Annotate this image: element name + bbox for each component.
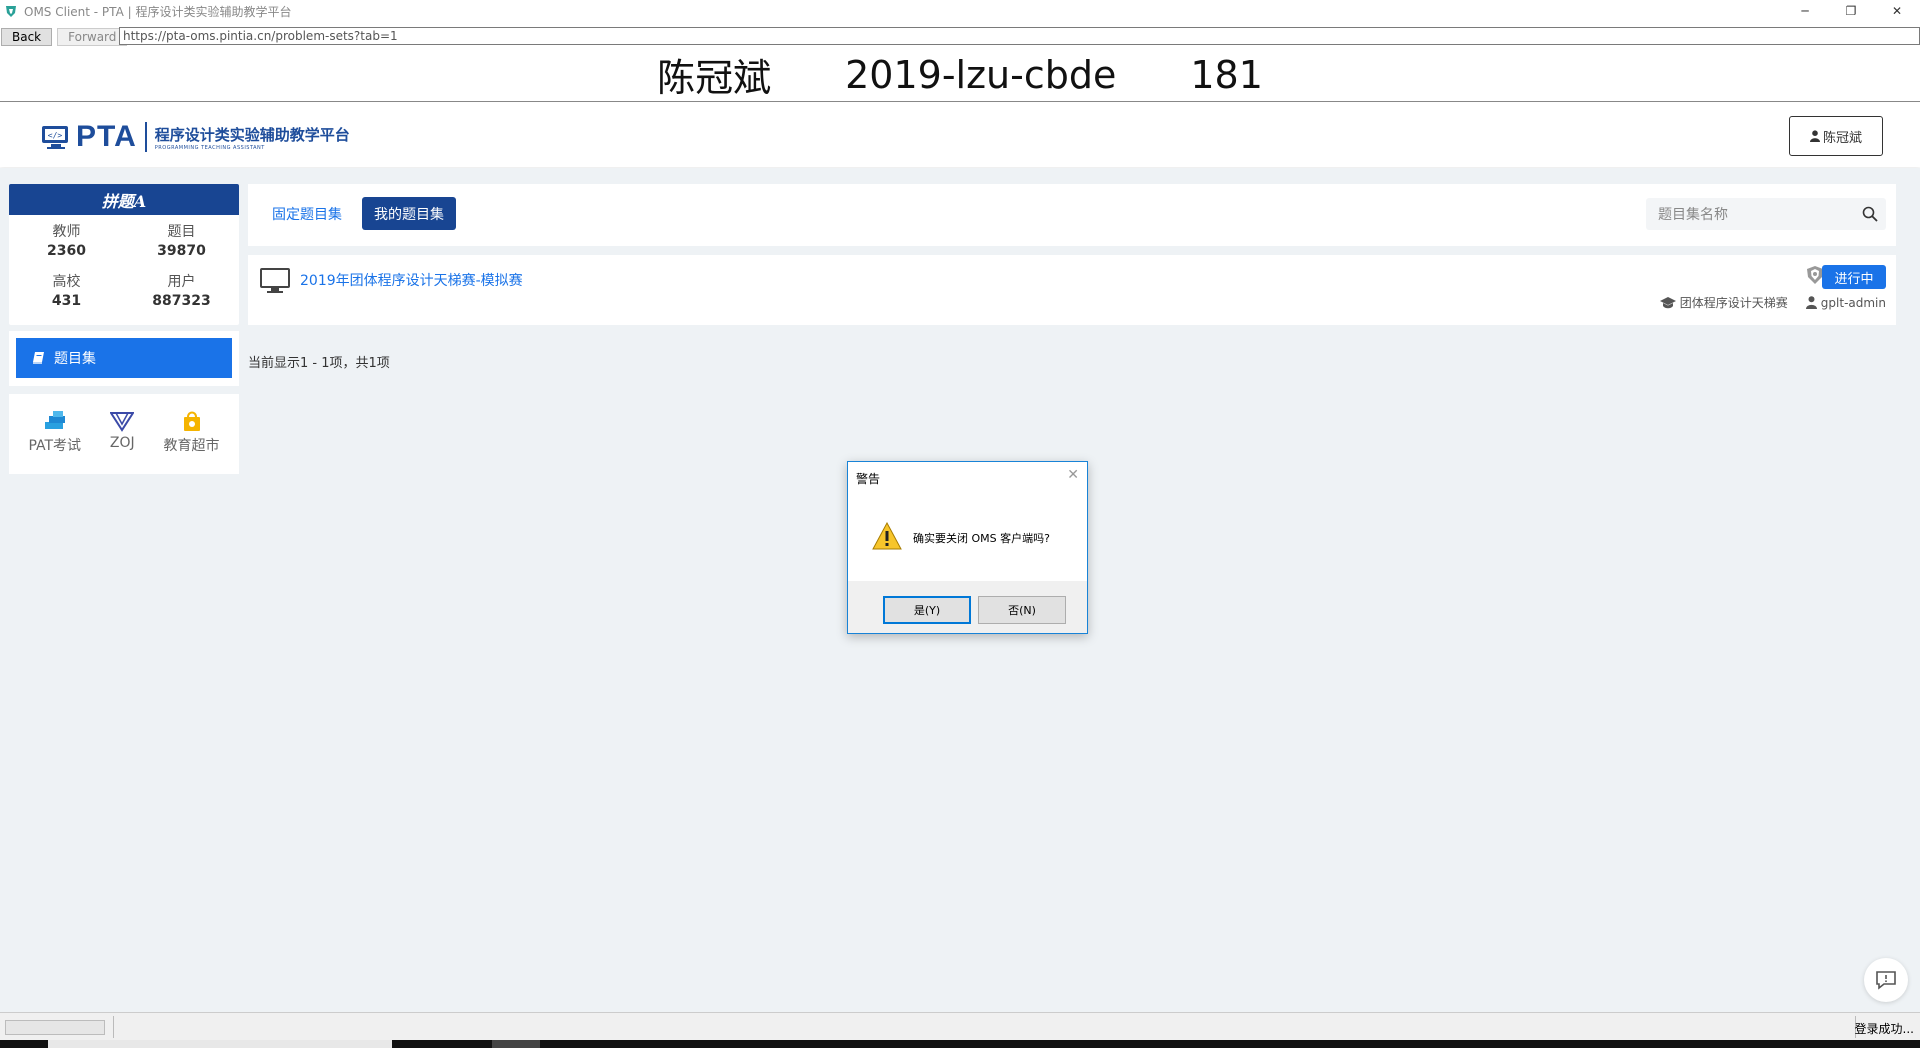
- stat-universities: 高校 431: [51, 274, 82, 309]
- candidate-name: 陈冠斌: [657, 56, 772, 100]
- monitor-icon: [260, 268, 290, 293]
- dialog-close-button[interactable]: ✕: [1067, 467, 1079, 483]
- tab-fixed-sets[interactable]: 固定题目集: [260, 197, 354, 230]
- problem-set-title[interactable]: 2019年团体程序设计天梯赛-模拟赛: [300, 270, 523, 290]
- status-divider: [113, 1016, 114, 1038]
- link-zoj[interactable]: ZOJ: [110, 394, 135, 474]
- dialog-title: 警告: [856, 472, 881, 486]
- seat-number: 181: [1190, 52, 1263, 97]
- taskbar-item[interactable]: [492, 1040, 540, 1048]
- link-pat[interactable]: PAT考试: [28, 394, 81, 474]
- dialog-footer: 是(Y) 否(N): [848, 581, 1087, 633]
- problem-set-row: 2019年团体程序设计天梯赛-模拟赛 进行中 团体程序设计天梯赛 gplt-ad…: [248, 255, 1896, 325]
- status-text: 登录成功...: [1854, 1022, 1914, 1036]
- shield-icon: [1807, 266, 1823, 284]
- sidebar-menu: 题目集: [9, 331, 239, 386]
- stats-card: 拼题A 教师 2360 题目 39870 高校 431 用户 887323: [9, 184, 239, 325]
- status-bar: 登录成功...: [0, 1012, 1920, 1040]
- minimize-button[interactable]: ─: [1782, 0, 1828, 22]
- problem-set-meta: 团体程序设计天梯赛 gplt-admin: [1659, 294, 1886, 311]
- window-title-bar: OMS Client - PTA | 程序设计类实验辅助教学平台 ─ ❐ ✕: [0, 0, 1920, 22]
- pta-logo[interactable]: </> PTA 程序设计类实验辅助教学平台 PROGRAMMING TEACHI…: [40, 120, 350, 154]
- warning-dialog: 警告 ✕ 确实要关闭 OMS 客户端吗? 是(Y) 否(N): [847, 461, 1088, 634]
- taskbar-item[interactable]: [48, 1040, 392, 1048]
- restore-button[interactable]: ❐: [1828, 0, 1874, 22]
- status-badge[interactable]: 进行中: [1822, 265, 1886, 289]
- brand-header: 拼题A: [9, 184, 239, 215]
- problem-set-owner: gplt-admin: [1820, 295, 1886, 310]
- stat-problems: 题目 39870: [157, 224, 206, 259]
- tabs-bar: 固定题目集 我的题目集 题目集名称: [248, 184, 1896, 246]
- exam-id: 2019-lzu-cbde: [845, 52, 1117, 97]
- window-title: OMS Client - PTA | 程序设计类实验辅助教学平台: [24, 4, 292, 19]
- logo-divider: [144, 122, 147, 152]
- logo-text: PTA: [76, 120, 137, 153]
- logo-subtitle: 程序设计类实验辅助教学平台 PROGRAMMING TEACHING ASSIS…: [155, 124, 350, 151]
- code-monitor-icon: </>: [42, 126, 68, 149]
- stat-teachers: 教师 2360: [47, 224, 86, 259]
- pagination-count: 当前显示1 - 1项，共1项: [248, 356, 390, 371]
- stat-users: 用户 887323: [152, 274, 211, 309]
- warning-icon: [872, 522, 902, 550]
- search-icon[interactable]: [1862, 206, 1878, 222]
- search-placeholder: 题目集名称: [1658, 207, 1728, 223]
- user-icon: [1805, 296, 1817, 309]
- shopping-bag-icon: [183, 411, 200, 431]
- yes-button[interactable]: 是(Y): [883, 596, 971, 624]
- user-name: 陈冠斌: [1822, 130, 1862, 146]
- logo-english: PROGRAMMING TEACHING ASSISTANT: [154, 144, 265, 151]
- site-header: </> PTA 程序设计类实验辅助教学平台 PROGRAMMING TEACHI…: [0, 103, 1920, 167]
- progress-bar: [5, 1020, 105, 1035]
- forward-button[interactable]: Forward: [57, 27, 128, 46]
- feedback-button[interactable]: [1864, 958, 1908, 1002]
- pat-icon: [44, 411, 65, 429]
- url-field[interactable]: https://pta-oms.pintia.cn/problem-sets?t…: [119, 27, 1920, 45]
- exam-banner: 陈冠斌 2019-lzu-cbde 181: [0, 48, 1920, 102]
- tab-my-sets[interactable]: 我的题目集: [362, 197, 456, 230]
- sidebar-item-problem-sets[interactable]: 题目集: [16, 338, 232, 378]
- zoj-icon: [110, 412, 135, 432]
- taskbar: [0, 1040, 1920, 1048]
- app-icon: [6, 6, 16, 17]
- back-button[interactable]: Back: [1, 27, 53, 46]
- svg-text:</>: </>: [48, 131, 63, 140]
- user-icon: [1809, 130, 1820, 142]
- book-icon: [33, 352, 44, 364]
- navigation-bar: Back Forward https://pta-oms.pintia.cn/p…: [0, 27, 1920, 46]
- search-input[interactable]: 题目集名称: [1646, 198, 1886, 230]
- sidebar-item-label: 题目集: [54, 351, 96, 367]
- external-links: PAT考试 ZOJ 教育超市: [9, 394, 239, 474]
- logo-chinese: 程序设计类实验辅助教学平台: [154, 125, 350, 144]
- dialog-message: 确实要关闭 OMS 客户端吗?: [913, 532, 1050, 545]
- problem-set-category: 团体程序设计天梯赛: [1679, 296, 1788, 310]
- close-window-button[interactable]: ✕: [1874, 0, 1920, 22]
- link-edu-market[interactable]: 教育超市: [164, 394, 220, 474]
- no-button[interactable]: 否(N): [978, 596, 1066, 624]
- graduation-cap-icon: [1659, 296, 1676, 308]
- user-menu-button[interactable]: 陈冠斌: [1789, 116, 1883, 156]
- feedback-icon: [1876, 971, 1896, 990]
